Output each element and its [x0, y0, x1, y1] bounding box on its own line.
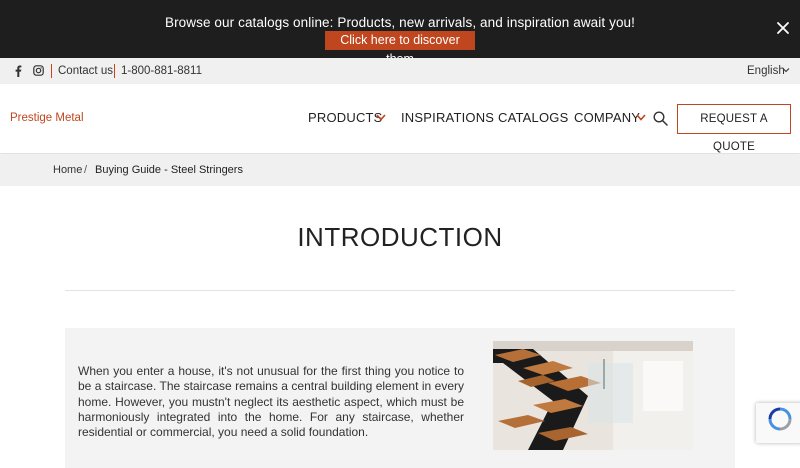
staircase-image	[493, 341, 693, 450]
instagram-icon[interactable]	[33, 65, 44, 76]
close-icon[interactable]	[776, 21, 790, 35]
page-title: INTRODUCTION	[297, 222, 503, 252]
nav-catalogs[interactable]: CATALOGS	[498, 110, 568, 125]
discover-catalogs-button[interactable]: Click here to discover them	[325, 31, 475, 66]
promo-banner: Browse our catalogs online: Products, ne…	[0, 0, 800, 66]
divider	[114, 64, 115, 78]
breadcrumb: Home / Buying Guide - Steel Stringers	[0, 155, 800, 186]
chevron-down-icon[interactable]	[636, 114, 646, 121]
contact-us-link[interactable]: Contact us	[58, 65, 113, 77]
breadcrumb-separator: /	[84, 164, 88, 176]
chevron-down-icon[interactable]	[782, 67, 790, 73]
recaptcha-badge[interactable]	[756, 403, 800, 443]
phone-link[interactable]: 1-800-881-8811	[121, 65, 202, 77]
chevron-down-icon[interactable]	[376, 114, 386, 121]
search-icon[interactable]	[653, 111, 668, 126]
utility-bar: Contact us 1-800-881-8811 English	[0, 58, 800, 84]
nav-products[interactable]: PRODUCTS	[308, 110, 383, 125]
site-logo[interactable]: Prestige Metal	[10, 112, 84, 124]
intro-paragraph: When you enter a house, it's not unusual…	[78, 364, 464, 440]
facebook-icon[interactable]	[13, 65, 23, 77]
request-quote-button[interactable]: REQUEST A QUOTE	[677, 104, 791, 153]
divider	[51, 64, 52, 78]
recaptcha-icon	[768, 407, 792, 431]
section-divider	[65, 290, 735, 291]
promo-text: Browse our catalogs online: Products, ne…	[164, 15, 636, 30]
nav-inspirations[interactable]: INSPIRATIONS	[401, 110, 494, 125]
breadcrumb-home[interactable]: Home	[53, 164, 82, 176]
language-selector[interactable]: English	[747, 65, 785, 77]
nav-company[interactable]: COMPANY	[574, 110, 640, 125]
site-header: Prestige Metal PRODUCTS INSPIRATIONS CAT…	[0, 84, 800, 154]
breadcrumb-current: Buying Guide - Steel Stringers	[95, 164, 243, 176]
